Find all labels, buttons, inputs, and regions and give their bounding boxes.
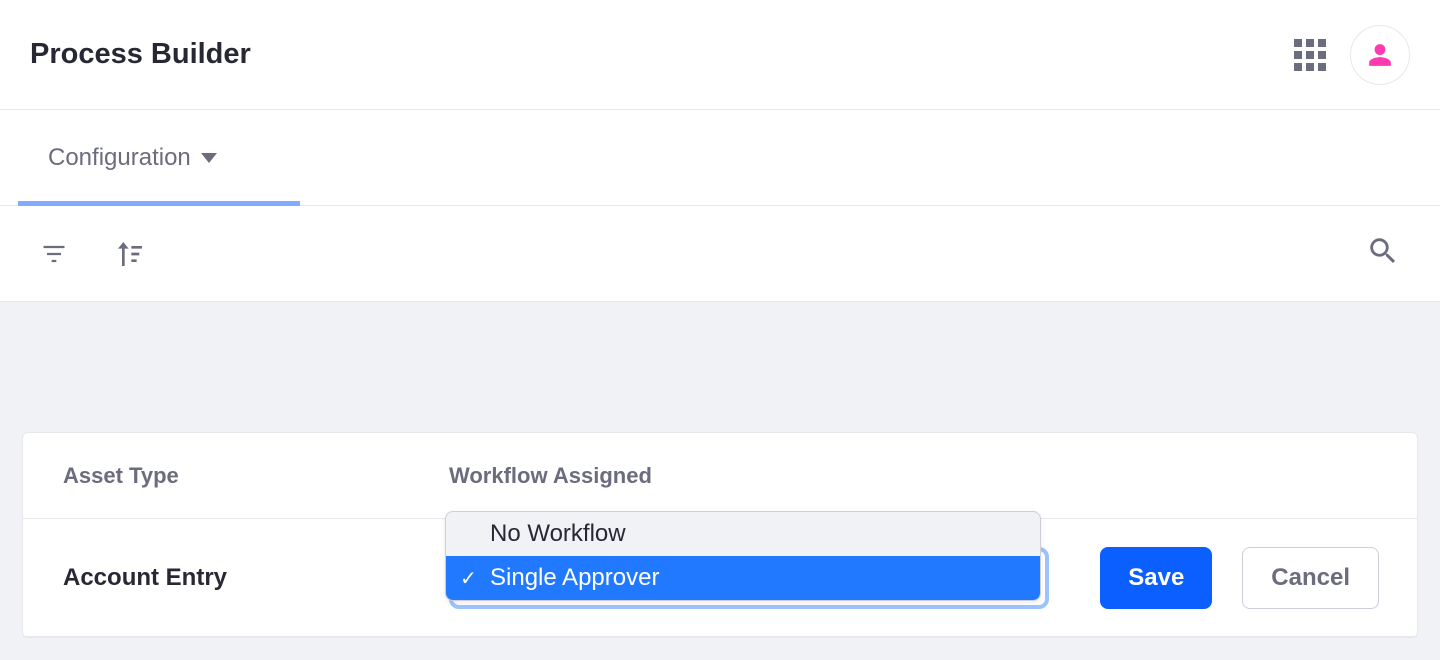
- user-icon: [1367, 42, 1393, 68]
- chevron-down-icon: [201, 153, 217, 163]
- dropdown-option-no-workflow[interactable]: No Workflow: [446, 512, 1040, 556]
- tab-configuration[interactable]: Configuration: [48, 144, 217, 172]
- dropdown-option-single-approver[interactable]: Single Approver: [446, 556, 1040, 600]
- toolbar-left: [40, 238, 146, 270]
- apps-icon[interactable]: [1294, 39, 1326, 71]
- toolbar: [0, 206, 1440, 302]
- tab-label: Configuration: [48, 144, 191, 172]
- column-asset-type: Asset Type: [63, 463, 449, 489]
- top-header: Process Builder: [0, 0, 1440, 110]
- cancel-button[interactable]: Cancel: [1242, 547, 1379, 609]
- tab-underline: [18, 201, 300, 206]
- asset-name: Account Entry: [63, 564, 449, 592]
- content-area: Asset Type Workflow Assigned Account Ent…: [0, 302, 1440, 660]
- workflow-dropdown: No Workflow Single Approver: [445, 511, 1041, 601]
- toolbar-right: [1366, 234, 1400, 273]
- filter-icon[interactable]: [40, 240, 68, 268]
- table-row: Account Entry Save Cancel No Workflow Si…: [23, 519, 1417, 637]
- header-actions: [1294, 25, 1410, 85]
- column-workflow-assigned: Workflow Assigned: [449, 463, 1047, 489]
- table-header: Asset Type Workflow Assigned: [23, 433, 1417, 519]
- avatar[interactable]: [1350, 25, 1410, 85]
- save-button[interactable]: Save: [1100, 547, 1212, 609]
- row-actions: Save Cancel: [1049, 547, 1379, 609]
- sort-icon[interactable]: [114, 238, 146, 270]
- page-title: Process Builder: [30, 38, 251, 71]
- search-icon[interactable]: [1366, 234, 1400, 268]
- panel: Asset Type Workflow Assigned Account Ent…: [22, 432, 1418, 638]
- tabs-bar: Configuration: [0, 110, 1440, 206]
